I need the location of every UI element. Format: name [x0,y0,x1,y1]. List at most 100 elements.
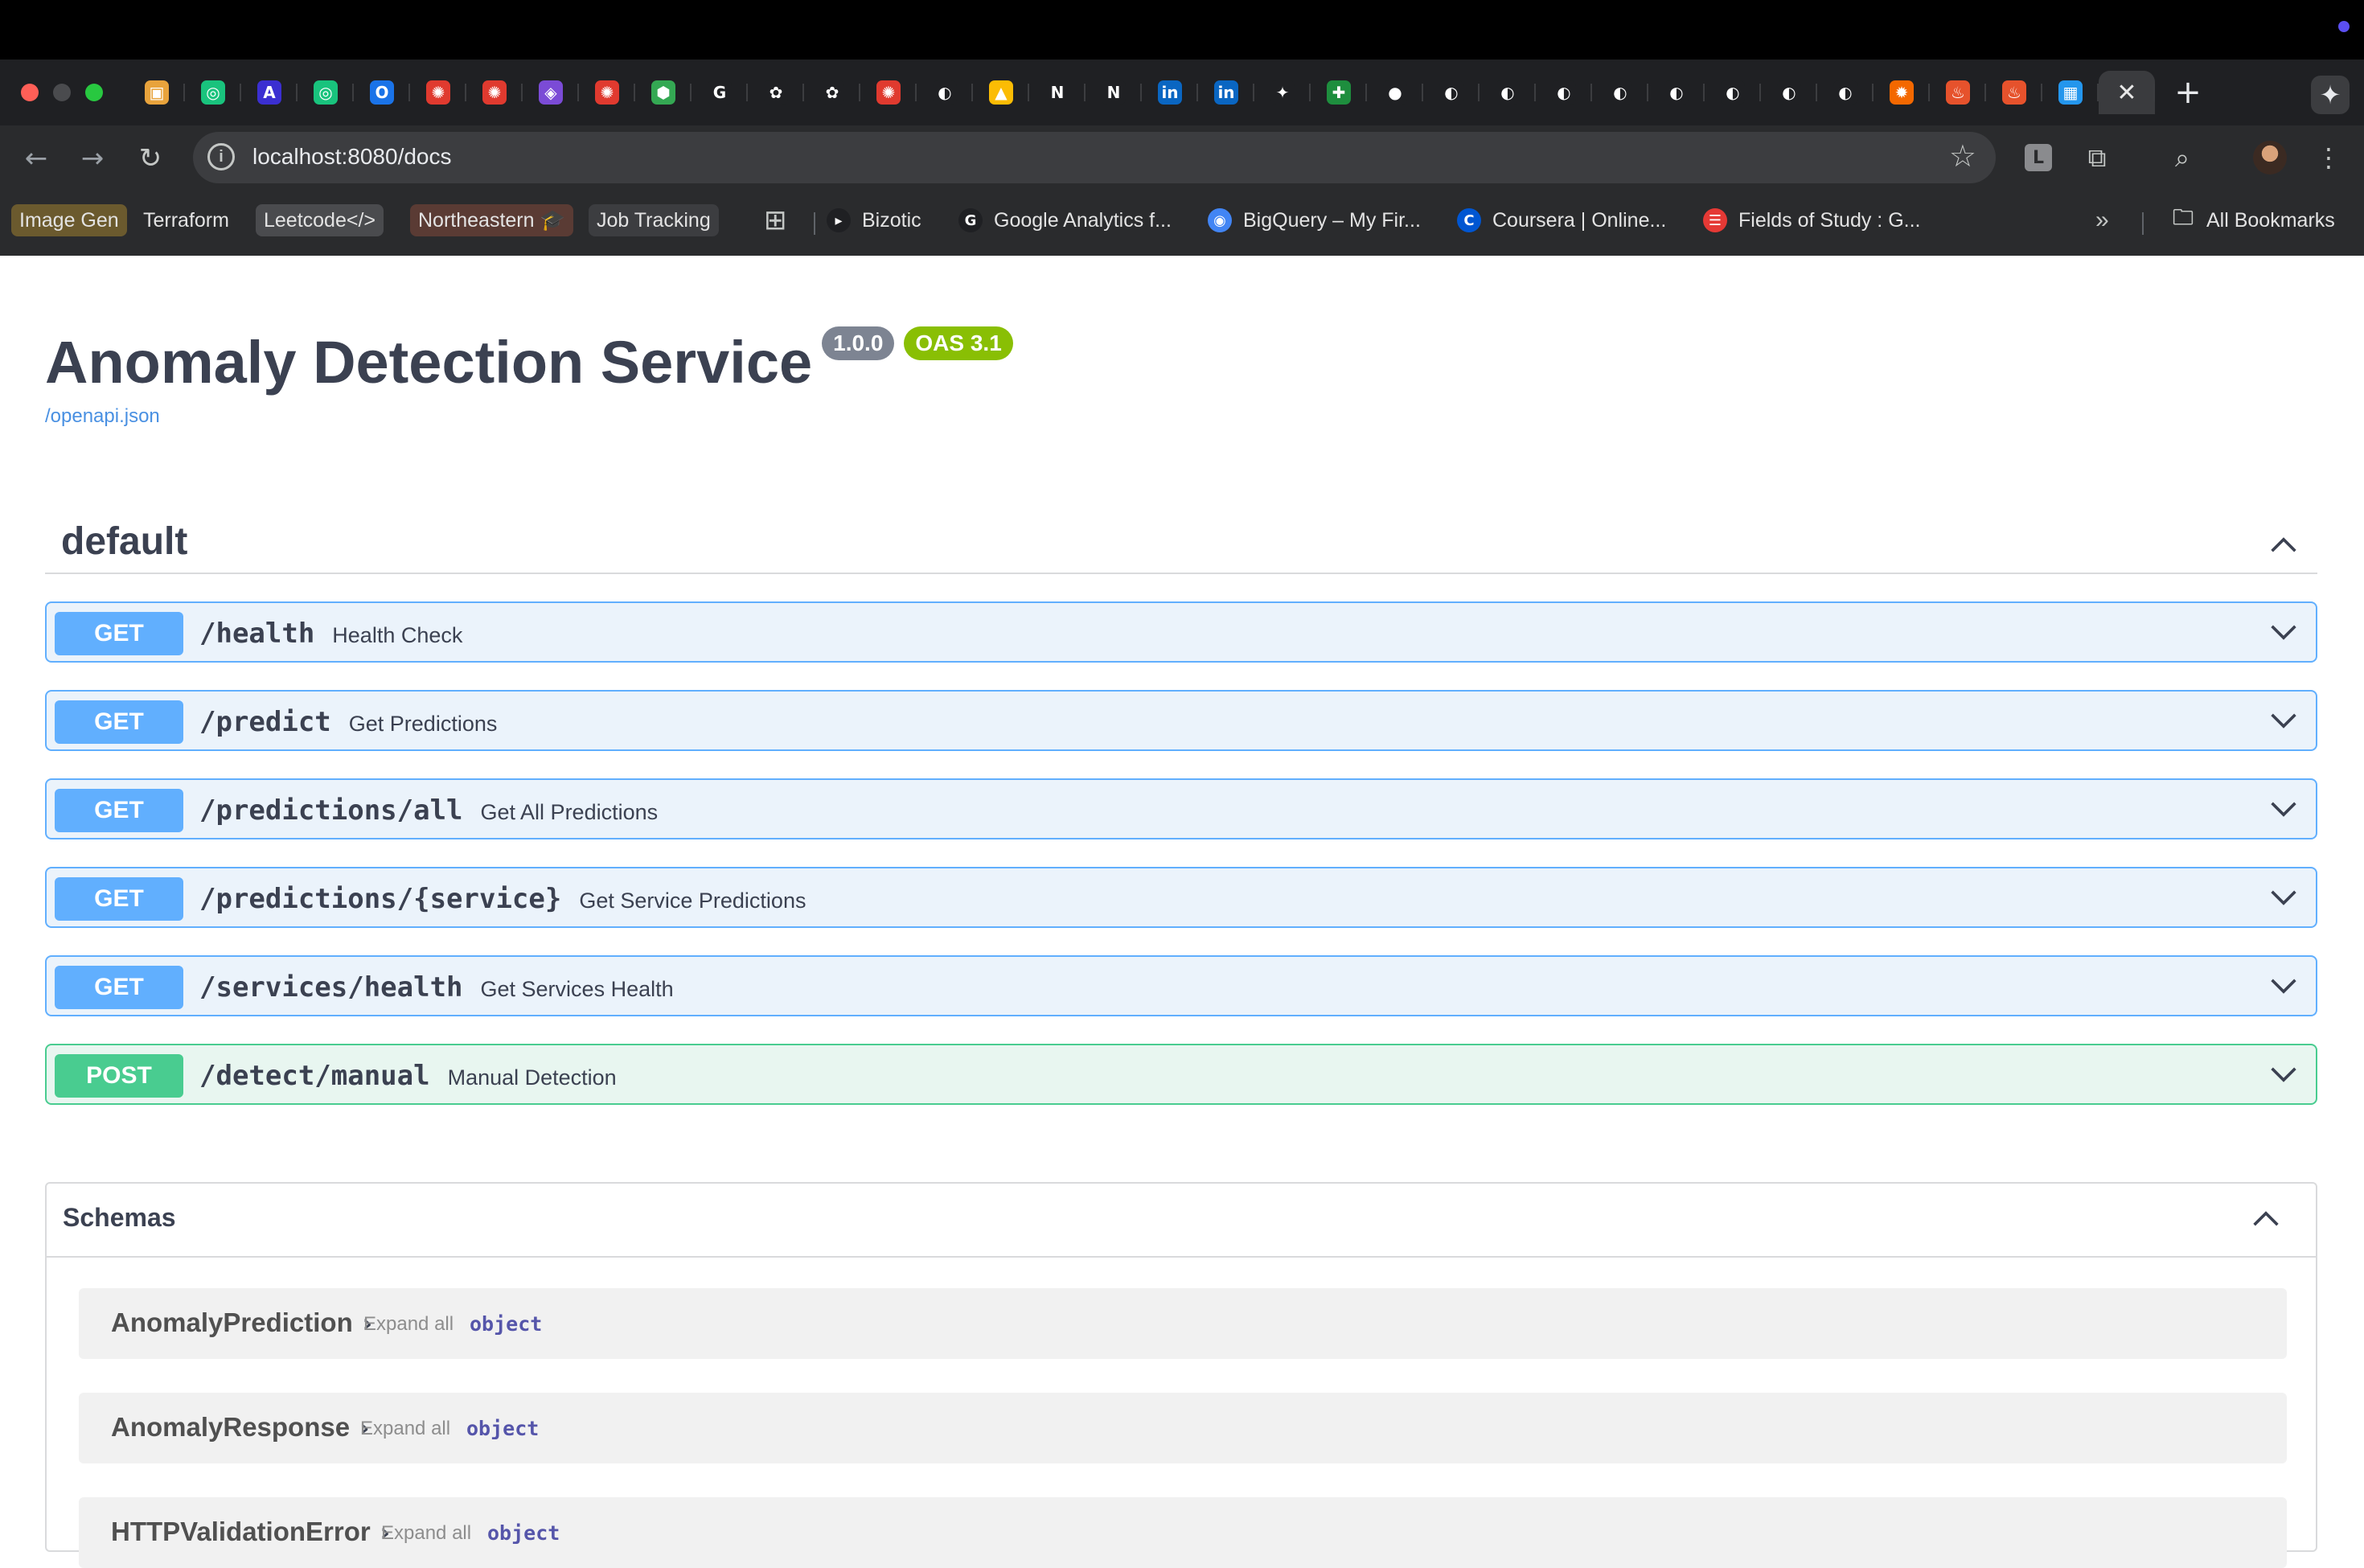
window-minimize-button[interactable] [53,84,71,101]
window-close-button[interactable] [21,84,39,101]
browser-tab[interactable]: ◐ [1817,71,1874,114]
browser-tab[interactable]: ◐ [1423,71,1480,114]
browser-tab[interactable]: G [692,71,748,114]
browser-tab[interactable]: in [1142,71,1198,114]
browser-tab[interactable]: in [1198,71,1254,114]
method-badge: GET [55,612,183,655]
reload-button[interactable]: ↻ [130,138,170,179]
browser-tab[interactable]: ✚ [1311,71,1367,114]
gemini-icon[interactable]: ✦ [2311,76,2350,114]
operation-get[interactable]: GET/predictions/{service} Get Service Pre… [45,867,2317,928]
bookmark-item[interactable]: ◉ BigQuery – My Fir... [1208,204,1421,236]
schemas-header[interactable]: Schemas [47,1184,2316,1258]
tab-search-icon[interactable]: ⌕ [2163,138,2202,177]
site-info-icon[interactable]: i [207,143,235,170]
bookmark-item[interactable]: Job Tracking [589,204,719,236]
browser-tab[interactable]: ◎ [185,71,241,114]
bookmark-item[interactable]: Leetcode</> [256,204,384,236]
operation-post[interactable]: POST/detect/manual Manual Detection [45,1044,2317,1105]
browser-tab[interactable]: ♨ [1986,71,2042,114]
operation-get[interactable]: GET/predictions/all Get All Predictions [45,778,2317,839]
browser-tab[interactable]: ✺ [860,71,917,114]
profile-avatar[interactable] [2253,141,2287,174]
browser-tab[interactable]: ◐ [1648,71,1705,114]
operation-get[interactable]: GET/predict Get Predictions [45,690,2317,751]
operation-get[interactable]: GET/services/health Get Services Health [45,955,2317,1016]
back-button[interactable]: ← [16,138,56,179]
browser-tab[interactable]: ♨ [1930,71,1986,114]
browser-tab[interactable]: ◈ [523,71,579,114]
browser-tab[interactable]: ✿ [748,71,804,114]
chevron-up-icon[interactable] [2248,1201,2284,1237]
bookmark-star-icon[interactable]: ☆ [1949,138,1976,174]
chevron-down-icon[interactable] [2266,703,2301,738]
browser-tab[interactable]: ✿ [804,71,860,114]
grid-icon[interactable]: ⊞ [764,204,787,236]
bookmark-item[interactable]: Terraform [143,204,229,236]
bookmark-item[interactable]: G Google Analytics f... [958,204,1172,236]
chevron-down-icon[interactable] [2266,791,2301,827]
tag-section-default[interactable]: default [45,519,2317,574]
bookmark-item[interactable]: Image Gen [11,204,127,236]
address-bar[interactable]: i localhost:8080/docs ☆ [193,132,1996,183]
bookmark-item[interactable]: ☰ Fields of Study : G... [1703,204,1920,236]
url-text[interactable]: localhost:8080/docs [252,144,452,170]
bookmark-item[interactable]: Northeastern 🎓 [410,204,573,236]
browser-tab[interactable]: A [241,71,298,114]
browser-tab[interactable]: ◎ [298,71,354,114]
browser-tab[interactable]: ▣ [129,71,185,114]
browser-tab[interactable]: ◐ [1480,71,1536,114]
active-tab[interactable]: ✕ [2099,71,2155,114]
extensions-puzzle-icon[interactable]: ⧉ [2078,138,2116,177]
browser-tab[interactable]: ✦ [1254,71,1311,114]
browser-tab[interactable]: N [1086,71,1142,114]
browser-tab[interactable]: ⬢ [635,71,692,114]
expand-all-link[interactable]: Expand all [360,1418,450,1440]
api-title-row: Anomaly Detection Service 1.0.0 OAS 3.1 [45,326,1013,392]
linkedin-icon: in [1214,80,1238,105]
window-zoom-button[interactable] [85,84,103,101]
schema-model[interactable]: AnomalyPrediction › Expand all object [79,1288,2287,1359]
browser-tab[interactable]: N [1029,71,1086,114]
browser-tab[interactable]: ✺ [410,71,466,114]
github-icon: ● [1383,80,1407,105]
chevron-down-icon[interactable] [2266,880,2301,915]
browser-tab[interactable]: ▦ [2042,71,2099,114]
bookmark-item[interactable]: C Coursera | Online... [1457,204,1666,236]
openapi-json-link[interactable]: /openapi.json [45,405,160,428]
browser-tab[interactable]: ◐ [1705,71,1761,114]
schema-model[interactable]: HTTPValidationError › Expand all object [79,1497,2287,1568]
browser-tab[interactable]: O [354,71,410,114]
browser-tab[interactable]: ◐ [917,71,973,114]
new-tab-button[interactable]: + [2169,74,2206,111]
expand-all-link[interactable]: Expand all [363,1313,454,1336]
chevron-down-icon[interactable] [2266,614,2301,650]
expand-all-link[interactable]: Expand all [381,1522,471,1545]
operation-get[interactable]: GET/health Health Check [45,601,2317,663]
browser-tab[interactable]: ✺ [579,71,635,114]
schema-name[interactable]: AnomalyResponse › [111,1412,369,1443]
all-bookmarks-button[interactable]: 🗀 All Bookmarks [2171,204,2335,236]
schema-name-text: AnomalyResponse [111,1412,351,1442]
bookmark-item[interactable]: ▸ Bizotic [827,204,921,236]
extension-l-icon[interactable]: L [2025,144,2052,171]
browser-tab[interactable]: ✺ [466,71,523,114]
forward-button[interactable]: → [72,138,113,179]
chevron-up-icon[interactable] [2266,527,2301,563]
menu-kebab-icon[interactable]: ⋮ [2309,138,2348,177]
chevron-down-icon[interactable] [2266,1057,2301,1092]
close-icon[interactable]: ✕ [2115,79,2139,107]
browser-tab[interactable]: ◐ [1761,71,1817,114]
schema-model[interactable]: AnomalyResponse › Expand all object [79,1393,2287,1463]
operation-summary: Get Service Predictions [579,889,806,913]
operation-path-text: /predictions/all [199,794,463,827]
schema-name[interactable]: HTTPValidationError › [111,1517,390,1547]
chevron-down-icon[interactable] [2266,968,2301,1004]
browser-tab[interactable]: ● [1367,71,1423,114]
browser-tab[interactable]: ▲ [973,71,1029,114]
schema-name[interactable]: AnomalyPrediction › [111,1307,372,1338]
browser-tab[interactable]: ✹ [1874,71,1930,114]
browser-tab[interactable]: ◐ [1536,71,1592,114]
browser-tab[interactable]: ◐ [1592,71,1648,114]
more-bookmarks-icon[interactable]: » [2095,204,2109,236]
